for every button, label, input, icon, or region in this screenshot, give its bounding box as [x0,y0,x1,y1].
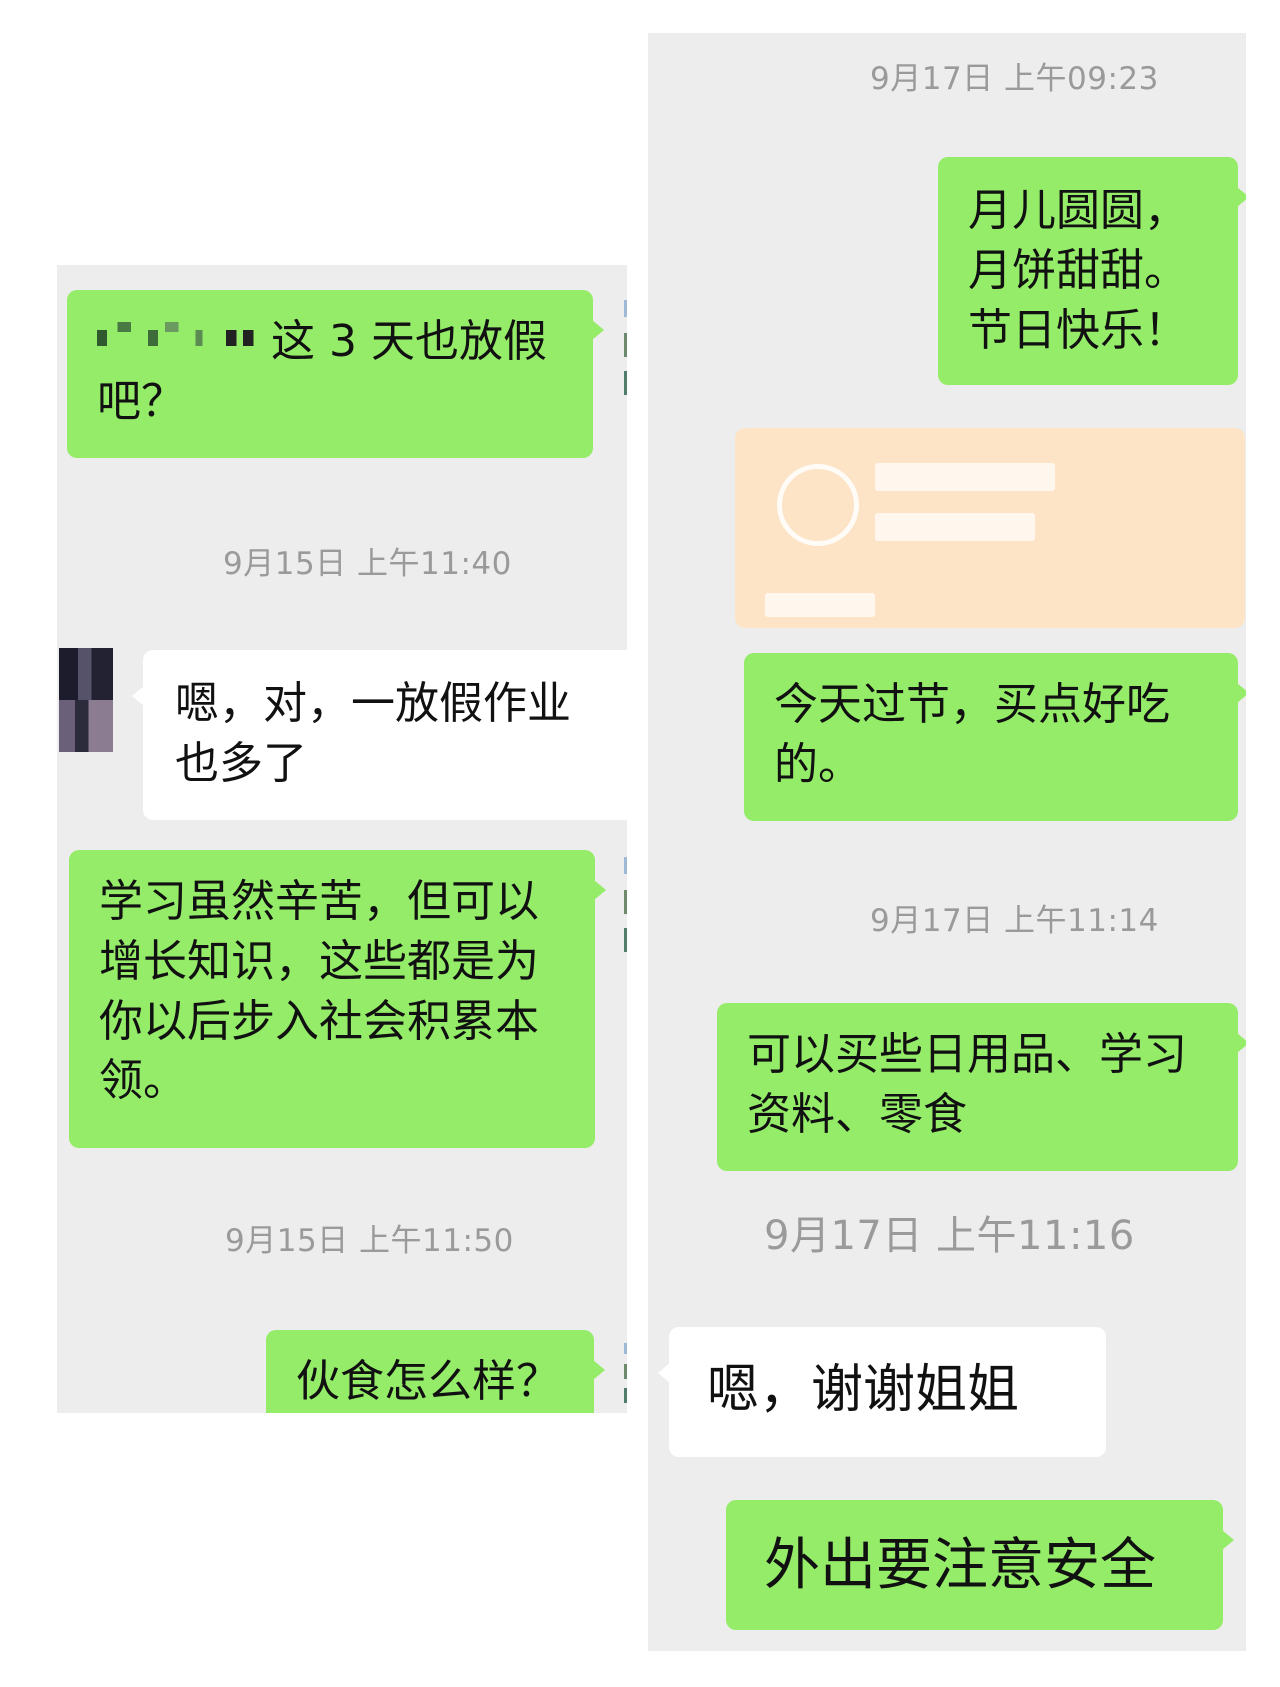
message-text: 可以买些日用品、学习资料、零食 [747,1029,1187,1140]
self-avatar[interactable] [624,857,627,952]
self-avatar[interactable] [624,1343,627,1403]
outgoing-message-food-question[interactable]: 伙食怎么样？ [266,1330,605,1413]
outgoing-message-study-advice[interactable]: 学习虽然辛苦，但可以增长知识，这些都是为你以后步入社会积累本领。 [69,850,606,1148]
right-chat-screenshot: 9月17日 上午09:23 月儿圆圆，月饼甜甜。节日快乐！ 今天过节，买点好吃的… [648,33,1246,1651]
blurred-footer [765,593,875,617]
self-avatar[interactable] [624,300,627,395]
timestamp: 9月17日 上午11:16 [764,1213,1135,1259]
timestamp: 9月15日 上午11:40 [223,546,512,582]
timestamp: 9月17日 上午11:14 [870,903,1159,939]
red-packet-card[interactable] [735,428,1245,628]
red-packet-icon [777,464,859,546]
message-text: 学习虽然辛苦，但可以增长知识，这些都是为你以后步入社会积累本领。 [99,876,539,1107]
message-text: 伙食怎么样？ [296,1356,560,1407]
contact-avatar[interactable] [59,648,113,752]
outgoing-message-holiday-question[interactable]: 这 3 天也放假吧？ [67,290,604,458]
message-text: 今天过节，买点好吃的。 [774,679,1170,790]
incoming-message-thanks[interactable]: 嗯，谢谢姐姐 [658,1327,1106,1457]
incoming-message-homework[interactable]: 嗯，对，一放假作业也多了 [132,650,627,820]
blurred-amount [875,463,1055,491]
timestamp: 9月15日 上午11:50 [225,1223,514,1259]
outgoing-message-festival-greeting[interactable]: 月儿圆圆，月饼甜甜。节日快乐！ [938,157,1246,385]
blurred-caption [875,513,1035,541]
outgoing-message-safety-reminder[interactable]: 外出要注意安全 [726,1500,1234,1630]
outgoing-message-shopping-suggestion[interactable]: 可以买些日用品、学习资料、零食 [717,1003,1246,1171]
outgoing-message-buy-food[interactable]: 今天过节，买点好吃的。 [744,653,1246,821]
message-text: 外出要注意安全 [764,1533,1156,1598]
timestamp: 9月17日 上午09:23 [870,61,1159,97]
pixelated-name-redaction [97,318,267,362]
message-text: 嗯，谢谢姐姐 [707,1360,1020,1420]
message-text: 月儿圆圆，月饼甜甜。节日快乐！ [968,185,1188,356]
message-text: 嗯，对，一放假作业也多了 [175,678,571,789]
left-chat-screenshot: 这 3 天也放假吧？ 9月15日 上午11:40 嗯，对，一放假作业也多了 学习… [57,265,627,1413]
